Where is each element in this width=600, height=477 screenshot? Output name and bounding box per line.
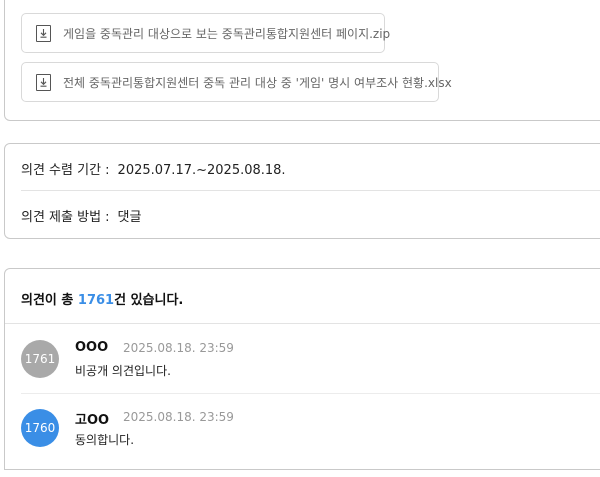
- attachment-name: 전체 중독관리통합지원센터 중독 관리 대상 중 '게임' 명시 여부조사 현황…: [63, 75, 452, 90]
- comment-time: 2025.08.18. 23:59: [123, 410, 234, 424]
- download-file-icon: [36, 73, 51, 91]
- comment-number-avatar: 1760: [21, 409, 59, 447]
- attachments-panel: 게임을 중독관리 대상으로 보는 중독관리통합지원센터 페이지.zip 전체 중…: [4, 0, 600, 121]
- comment-author: 고OO: [75, 413, 110, 428]
- attachment-name: 게임을 중독관리 대상으로 보는 중독관리통합지원센터 페이지.zip: [63, 26, 391, 41]
- heading-suffix: 건 있습니다.: [114, 293, 184, 308]
- divider: [21, 190, 600, 191]
- opinions-panel: 의견이 총 1761건 있습니다. 1761 OOO 2025.08.18. 2…: [4, 268, 600, 470]
- comment-number-avatar: 1761: [21, 340, 59, 378]
- attachment-xlsx-button[interactable]: 전체 중독관리통합지원센터 중독 관리 대상 중 '게임' 명시 여부조사 현황…: [21, 62, 452, 102]
- attachment-zip-button[interactable]: 게임을 중독관리 대상으로 보는 중독관리통합지원센터 페이지.zip: [21, 13, 390, 53]
- comment-time: 2025.08.18. 23:59: [123, 341, 234, 355]
- submission-method: 의견 제출 방법 : 댓글: [21, 206, 141, 225]
- divider: [21, 393, 600, 394]
- opinion-count-heading: 의견이 총 1761건 있습니다.: [21, 289, 183, 308]
- method-label: 의견 제출 방법 :: [21, 210, 110, 225]
- period-value: 2025.07.17.~2025.08.18.: [117, 163, 286, 178]
- period-label: 의견 수렴 기간 :: [21, 163, 110, 178]
- divider: [5, 323, 600, 324]
- comment-text: 비공개 의견입니다.: [75, 364, 171, 378]
- method-value: 댓글: [117, 210, 142, 225]
- opinion-count: 1761: [77, 293, 115, 308]
- comment-item: 1760 고OO 2025.08.18. 23:59 동의합니다.: [21, 409, 600, 477]
- comment-item: 1761 OOO 2025.08.18. 23:59 비공개 의견입니다.: [21, 340, 600, 408]
- comment-author: OOO: [75, 340, 109, 355]
- comment-text: 동의합니다.: [75, 433, 135, 447]
- opinion-info-panel: 의견 수렴 기간 : 2025.07.17.~2025.08.18. 의견 제출 …: [4, 143, 600, 239]
- collection-period: 의견 수렴 기간 : 2025.07.17.~2025.08.18.: [21, 159, 286, 178]
- download-file-icon: [36, 24, 51, 42]
- heading-prefix: 의견이 총: [21, 293, 78, 308]
